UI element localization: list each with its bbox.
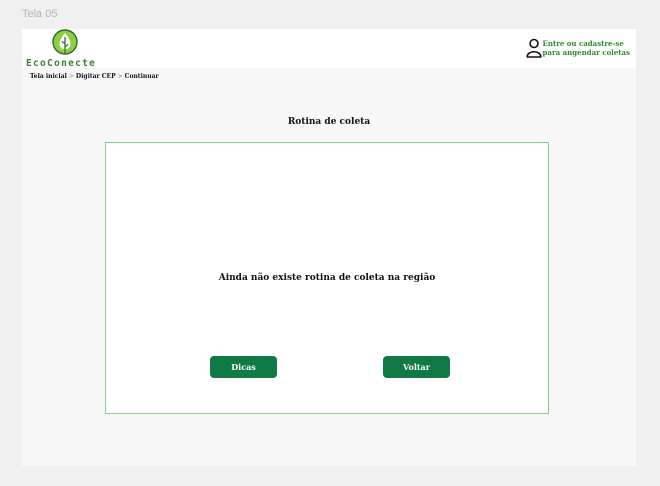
account-line-1: Entre ou cadastre-se: [542, 39, 624, 48]
breadcrumb-item-continue[interactable]: Continuar: [125, 73, 159, 80]
header: EcoConecte Entre ou cadastre-se para ang…: [22, 29, 636, 70]
breadcrumb-separator: >: [117, 73, 123, 80]
breadcrumb-item-home[interactable]: Tela inicial: [30, 73, 67, 80]
empty-state-message: Ainda não existe rotina de coleta na reg…: [218, 273, 436, 283]
account-text[interactable]: Entre ou cadastre-se para angendar colet…: [543, 39, 630, 57]
leaf-drop-icon: [52, 29, 78, 55]
collection-routine-card: Ainda não existe rotina de coleta na reg…: [105, 142, 549, 414]
breadcrumb: Tela inicial > Digitar CEP > Continuar: [30, 73, 159, 80]
login-signup-link[interactable]: Entre ou cadastre-se para angendar colet…: [525, 38, 630, 58]
breadcrumb-separator: >: [68, 73, 74, 80]
logo[interactable]: EcoConecte: [25, 29, 105, 70]
page-title: Rotina de coleta: [287, 117, 371, 127]
brand-name: EcoConecte: [26, 58, 97, 69]
back-button[interactable]: Voltar: [383, 356, 450, 378]
breadcrumb-item-cep[interactable]: Digitar CEP: [76, 73, 116, 80]
user-icon: [525, 38, 542, 58]
tips-button[interactable]: Dicas: [210, 356, 277, 378]
account-line-2: para angendar coletas: [542, 48, 630, 57]
frame-label: Tela 05: [22, 8, 58, 20]
page: EcoConecte Entre ou cadastre-se para ang…: [22, 29, 636, 466]
